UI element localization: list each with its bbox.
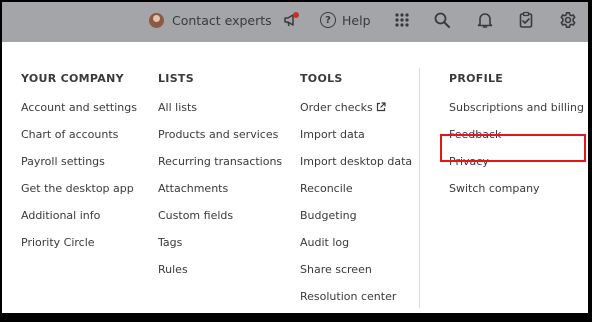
- menu-item-custom-fields[interactable]: Custom fields: [158, 209, 282, 236]
- menu-item-rules[interactable]: Rules: [158, 263, 282, 290]
- menu-item-chart-of-accounts[interactable]: Chart of accounts: [21, 128, 137, 155]
- apps-grid-icon[interactable]: [393, 2, 411, 38]
- menu-item-import-desktop-data[interactable]: Import desktop data: [300, 155, 412, 182]
- menu-item-attachments[interactable]: Attachments: [158, 182, 282, 209]
- menu-item-order-checks-label: Order checks: [300, 101, 373, 114]
- gear-icon[interactable]: [559, 2, 577, 38]
- menu-item-payroll-settings[interactable]: Payroll settings: [21, 155, 137, 182]
- menu-item-products-and-services[interactable]: Products and services: [158, 128, 282, 155]
- help-button[interactable]: ? Help: [320, 2, 371, 38]
- external-link-icon: [376, 102, 386, 112]
- menu-item-import-data[interactable]: Import data: [300, 128, 412, 155]
- expert-avatar: [149, 12, 164, 28]
- column-lists: LISTS All lists Products and services Re…: [158, 72, 282, 290]
- column-heading: LISTS: [158, 72, 194, 85]
- menu-item-tags[interactable]: Tags: [158, 236, 282, 263]
- menu-item-subscriptions-and-billing[interactable]: Subscriptions and billing: [449, 101, 584, 128]
- menu-item-additional-info[interactable]: Additional info: [21, 209, 137, 236]
- menu-item-resolution-center[interactable]: Resolution center: [300, 290, 412, 313]
- menu-item-get-desktop-app[interactable]: Get the desktop app: [21, 182, 137, 209]
- menu-item-account-and-settings[interactable]: Account and settings: [21, 101, 137, 128]
- menu-item-budgeting[interactable]: Budgeting: [300, 209, 412, 236]
- menu-item-priority-circle[interactable]: Priority Circle: [21, 236, 137, 263]
- menu-item-switch-company[interactable]: Switch company: [449, 182, 584, 209]
- contact-experts-button[interactable]: Contact experts: [149, 2, 272, 38]
- column-heading: YOUR COMPANY: [21, 72, 124, 85]
- menu-item-recurring-transactions[interactable]: Recurring transactions: [158, 155, 282, 182]
- column-tools: TOOLS Order checks Import data Import de…: [300, 72, 412, 313]
- menu-item-all-lists[interactable]: All lists: [158, 101, 282, 128]
- column-divider: [419, 68, 420, 308]
- menu-item-audit-log[interactable]: Audit log: [300, 236, 412, 263]
- column-your-company: YOUR COMPANY Account and settings Chart …: [21, 72, 137, 263]
- contact-experts-label: Contact experts: [172, 12, 272, 28]
- top-bar: Contact experts ? Help: [2, 2, 588, 42]
- bell-icon[interactable]: [476, 2, 494, 38]
- help-icon: ?: [320, 12, 336, 28]
- search-icon[interactable]: [433, 2, 451, 38]
- menu-item-order-checks[interactable]: Order checks: [300, 101, 412, 128]
- menu-item-reconcile[interactable]: Reconcile: [300, 182, 412, 209]
- window-frame: Contact experts ? Help YOUR COMPANY Acco…: [2, 2, 588, 313]
- clipboard-icon[interactable]: [517, 2, 535, 38]
- column-heading: PROFILE: [449, 72, 504, 85]
- megaphone-icon[interactable]: [282, 2, 300, 38]
- column-heading: TOOLS: [300, 72, 343, 85]
- menu-item-share-screen[interactable]: Share screen: [300, 263, 412, 290]
- highlight-box: [440, 134, 586, 162]
- help-label: Help: [342, 12, 371, 28]
- settings-menu: YOUR COMPANY Account and settings Chart …: [2, 42, 588, 313]
